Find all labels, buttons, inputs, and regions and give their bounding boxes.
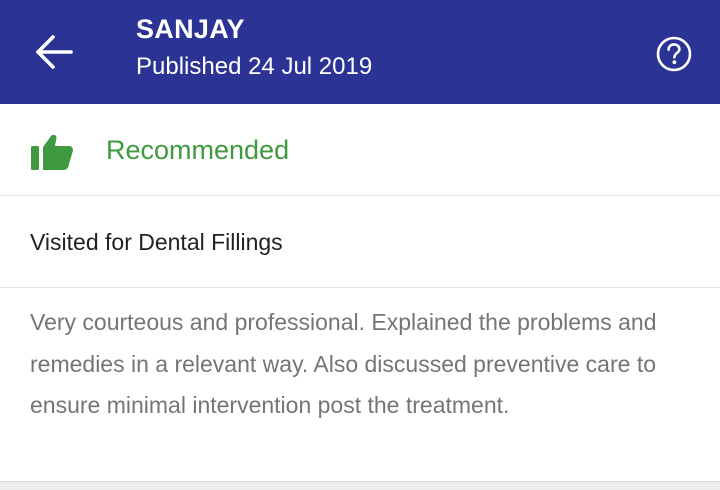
- thumbs-up-icon: [31, 134, 73, 170]
- visit-reason-label: Visited for Dental Fillings: [30, 229, 283, 255]
- published-date: Published 24 Jul 2019: [136, 53, 373, 80]
- recommendation-row: Recommended: [0, 104, 720, 196]
- recommendation-label: Recommended: [106, 135, 290, 165]
- help-button[interactable]: [650, 30, 698, 78]
- reviewer-name: SANJAY: [136, 14, 245, 44]
- back-button[interactable]: [24, 22, 84, 82]
- bottom-divider: [0, 481, 720, 490]
- arrow-left-icon: [36, 35, 73, 69]
- visit-reason-row: Visited for Dental Fillings: [0, 196, 720, 288]
- question-circle-icon: [656, 36, 692, 72]
- header-title-block: SANJAY Published 24 Jul 2019: [136, 12, 372, 84]
- app-bar: SANJAY Published 24 Jul 2019: [0, 0, 720, 104]
- review-text: Very courteous and professional. Explain…: [30, 309, 657, 418]
